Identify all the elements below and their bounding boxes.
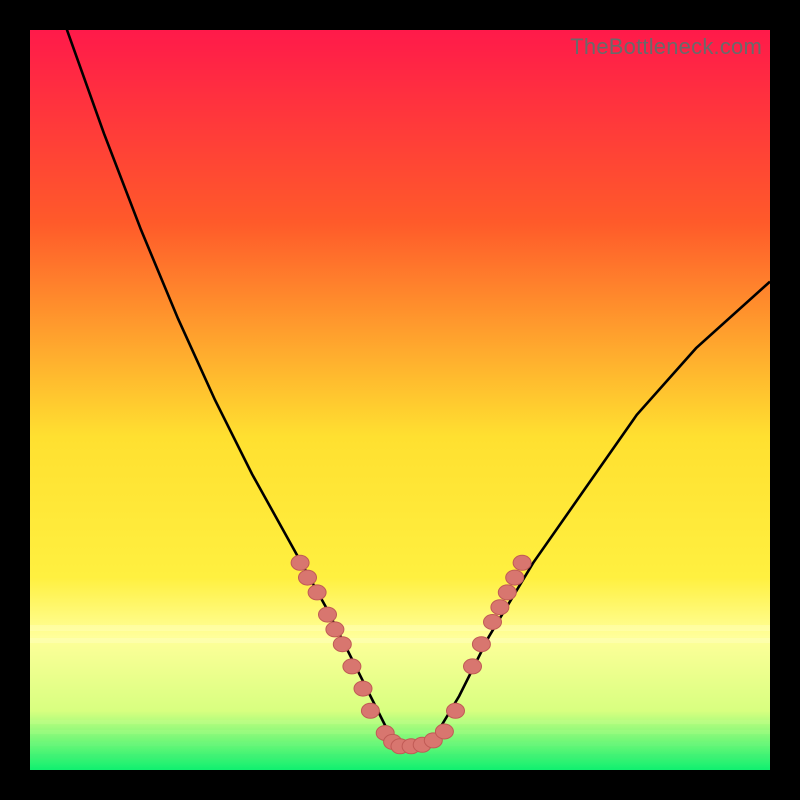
data-point <box>361 703 379 718</box>
data-point <box>333 637 351 652</box>
data-point <box>326 622 344 637</box>
data-point <box>354 681 372 696</box>
data-point <box>435 724 453 739</box>
data-point <box>291 555 309 570</box>
data-point <box>498 585 516 600</box>
gradient-bg <box>30 30 770 770</box>
data-point <box>464 659 482 674</box>
data-point <box>447 703 465 718</box>
data-point <box>472 637 490 652</box>
data-point <box>513 555 531 570</box>
chart-frame: TheBottleneck.com <box>30 30 770 770</box>
data-point <box>506 570 524 585</box>
data-point <box>491 600 509 615</box>
data-point <box>484 615 502 630</box>
data-point <box>299 570 317 585</box>
data-point <box>319 607 337 622</box>
data-point <box>343 659 361 674</box>
data-point <box>308 585 326 600</box>
plot-area <box>30 30 770 770</box>
bottleneck-chart <box>30 30 770 770</box>
watermark-text: TheBottleneck.com <box>570 34 762 60</box>
